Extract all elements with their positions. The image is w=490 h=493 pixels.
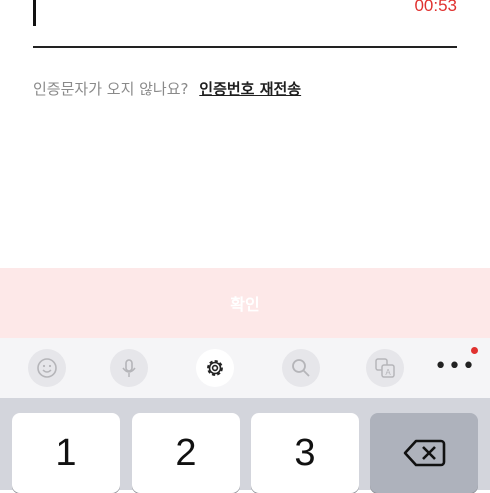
input-underline: [33, 46, 457, 48]
resend-question: 인증문자가 오지 않나요?: [33, 80, 189, 98]
gear-icon[interactable]: [196, 349, 234, 387]
resend-code-link[interactable]: 인증번호 재전송: [199, 80, 301, 98]
backspace-icon: [403, 439, 446, 467]
more-icon[interactable]: •••: [434, 356, 476, 378]
key-2[interactable]: 2: [132, 413, 240, 493]
keyboard-toolbar: A •••: [0, 338, 490, 398]
backspace-key[interactable]: [370, 413, 478, 493]
confirm-button[interactable]: 확인: [0, 268, 490, 338]
emoji-icon[interactable]: [28, 349, 66, 387]
microphone-icon[interactable]: [110, 349, 148, 387]
notification-dot: [471, 347, 478, 354]
key-3[interactable]: 3: [251, 413, 359, 493]
resend-row: 인증문자가 오지 않나요? 인증번호 재전송: [33, 78, 301, 99]
search-icon[interactable]: [282, 349, 320, 387]
text-cursor: [33, 0, 36, 26]
keyboard: A ••• 1 2 3: [0, 338, 490, 493]
countdown-timer: 00:53: [414, 0, 457, 15]
svg-text:A: A: [385, 368, 391, 377]
key-1[interactable]: 1: [12, 413, 120, 493]
translate-icon[interactable]: A: [366, 349, 404, 387]
